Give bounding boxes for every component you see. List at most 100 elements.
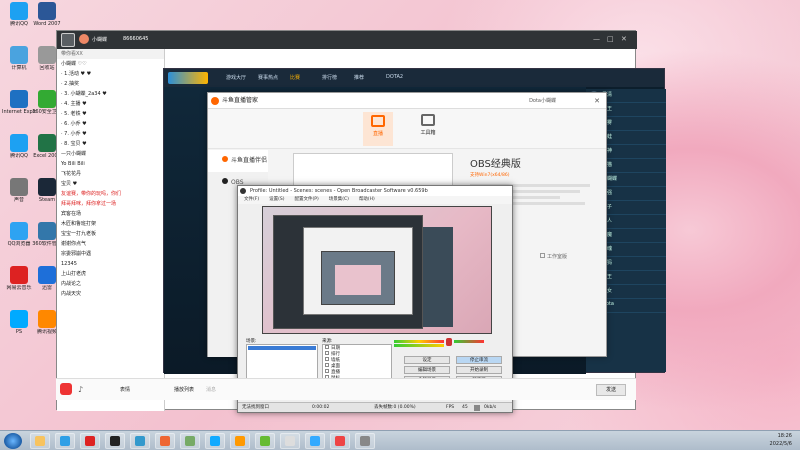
- taskbar-button[interactable]: [305, 433, 325, 449]
- taskbar-button[interactable]: [355, 433, 375, 449]
- start-button[interactable]: [4, 433, 22, 449]
- browser-icon: [10, 222, 28, 240]
- game-logo: [168, 72, 208, 84]
- chat-input-bar: ♪ 表情 播放列表 消息 发送: [56, 378, 636, 400]
- tab-live[interactable]: 直播: [363, 112, 393, 146]
- music-icon: [10, 266, 28, 284]
- ps-icon: [10, 310, 28, 328]
- minimize-button[interactable]: —: [593, 35, 603, 45]
- tab-label: 直播: [372, 131, 383, 137]
- app-icon: [360, 436, 370, 446]
- taskbar-button[interactable]: [255, 433, 275, 449]
- game-tab[interactable]: 推荐: [354, 74, 364, 81]
- obs-status-bar: 无法找到窗口 0:00:02 丢失帧数:0 (0.00%) FPS 45 0kb…: [238, 402, 512, 412]
- taskbar-button[interactable]: [205, 433, 225, 449]
- status-dropped: 丢失帧数:0 (0.00%): [374, 405, 416, 410]
- mic-icon[interactable]: [446, 338, 452, 346]
- send-button[interactable]: 发送: [596, 384, 626, 396]
- steam-icon: [38, 178, 56, 196]
- taskbar-button[interactable]: [55, 433, 75, 449]
- obs-button[interactable]: 编辑场景: [404, 366, 450, 374]
- yy-icon: [235, 436, 245, 446]
- nickname: 小蝴蝶: [92, 37, 108, 43]
- chat-line: 12345: [61, 261, 77, 267]
- obs-menu-item[interactable]: 场景集(C): [329, 197, 349, 202]
- chat-line: 上山打老虎: [61, 271, 87, 277]
- chat-line: · 3. 小蝴蝶_2a34 ♥: [61, 91, 107, 97]
- chat-line: · 4. 主播 ♥: [61, 101, 87, 107]
- obs-menu-item[interactable]: 配置文件(P): [294, 197, 318, 202]
- bottom-bar-playlist[interactable]: 播放列表: [174, 386, 194, 393]
- window-controls: — □ ✕: [513, 35, 633, 45]
- game-tab[interactable]: 排行榜: [322, 74, 337, 81]
- taskbar-button[interactable]: [80, 433, 100, 449]
- avatar[interactable]: [79, 34, 89, 44]
- bottom-bar-emoji[interactable]: 表情: [120, 386, 130, 393]
- checkbox-icon[interactable]: [325, 369, 329, 373]
- game-nav: 游戏大厅 赛事热点 比赛 排行榜 推荐 DOTA2: [164, 69, 664, 87]
- chat-input[interactable]: 消息: [206, 386, 216, 393]
- checkbox-icon[interactable]: [325, 357, 329, 361]
- chat-line: · 1.活动 ♥ ♥: [61, 71, 92, 77]
- clock-date[interactable]: 2022/5/6: [770, 441, 792, 447]
- qq-icon: [10, 2, 28, 20]
- tray: 18:26 2022/5/6: [724, 433, 794, 449]
- chat-line: 小蝴蝶 ♡♡: [61, 61, 87, 67]
- obs-icon: [222, 178, 228, 184]
- taskbar-button[interactable]: [330, 433, 350, 449]
- browser-icon: [60, 436, 70, 446]
- obs-button[interactable]: 停止串流: [456, 356, 502, 364]
- obs-info-title: OBS经典版: [470, 159, 521, 170]
- checkbox-icon[interactable]: [325, 351, 329, 355]
- taskbar-button[interactable]: [230, 433, 250, 449]
- music-icon: [85, 436, 95, 446]
- obs-button[interactable]: 开始录制: [456, 366, 502, 374]
- heart-icon[interactable]: [60, 383, 72, 395]
- checkbox-icon[interactable]: [325, 363, 329, 367]
- taskbar-button[interactable]: [30, 433, 50, 449]
- volume-icon[interactable]: ♪: [78, 385, 83, 394]
- checkbox-icon[interactable]: [325, 345, 329, 349]
- safe-icon: [38, 90, 56, 108]
- chat-line: · 5. 老铁 ♥: [61, 111, 87, 117]
- obs-info-link[interactable]: 支持Win7(x64/86): [470, 172, 600, 178]
- chat-line: 木匠和鲁班打架: [61, 221, 97, 227]
- chat-line: 友谊赛，带你的玩吗，你们: [61, 191, 122, 197]
- tab-label: 工具箱: [420, 130, 436, 136]
- close-button[interactable]: ✕: [621, 35, 631, 45]
- close-icon[interactable]: ✕: [594, 93, 600, 109]
- app-icon: [185, 436, 195, 446]
- recycle-bin-icon: [38, 46, 56, 64]
- sidebar-item-douyu-companion[interactable]: 斗鱼直播伴侣: [208, 150, 268, 172]
- thunder-icon: [38, 266, 56, 284]
- obs-menu-item[interactable]: 设置(S): [269, 197, 284, 202]
- obs-menu-item[interactable]: 帮助(H): [359, 197, 375, 202]
- chat-icon: [260, 436, 270, 446]
- tab-toolbox[interactable]: 工具箱: [413, 114, 443, 136]
- game-tab[interactable]: DOTA2: [386, 74, 403, 80]
- bird-icon: [135, 436, 145, 446]
- game-tab[interactable]: 比赛: [290, 74, 300, 81]
- obs-logo-icon: [240, 188, 246, 194]
- game-tab[interactable]: 游戏大厅: [226, 74, 246, 81]
- douyu-icon: [222, 156, 228, 162]
- status-indicator: [474, 405, 480, 411]
- word-icon: [38, 2, 56, 20]
- taskbar-button[interactable]: [105, 433, 125, 449]
- chat-line: 宗委邪崩中遇: [61, 251, 92, 257]
- home-icon[interactable]: [61, 33, 75, 47]
- game-tab[interactable]: 赛事热点: [258, 74, 278, 81]
- obs-menu-item[interactable]: 文件(F): [244, 197, 259, 202]
- clock-time[interactable]: 18:26: [778, 433, 792, 439]
- user-label[interactable]: Dota小蝴蝶: [529, 93, 556, 109]
- app-icon: [335, 436, 345, 446]
- maximize-button[interactable]: □: [607, 35, 617, 45]
- taskbar-button[interactable]: [155, 433, 175, 449]
- studio-checkbox[interactable]: 工作室版: [540, 253, 567, 260]
- chat-line: 宝贝 ♥: [61, 181, 78, 187]
- status-time: 0:00:02: [312, 405, 330, 410]
- obs-button[interactable]: 设定: [404, 356, 450, 364]
- taskbar-button[interactable]: [180, 433, 200, 449]
- taskbar-button[interactable]: [280, 433, 300, 449]
- taskbar-button[interactable]: [130, 433, 150, 449]
